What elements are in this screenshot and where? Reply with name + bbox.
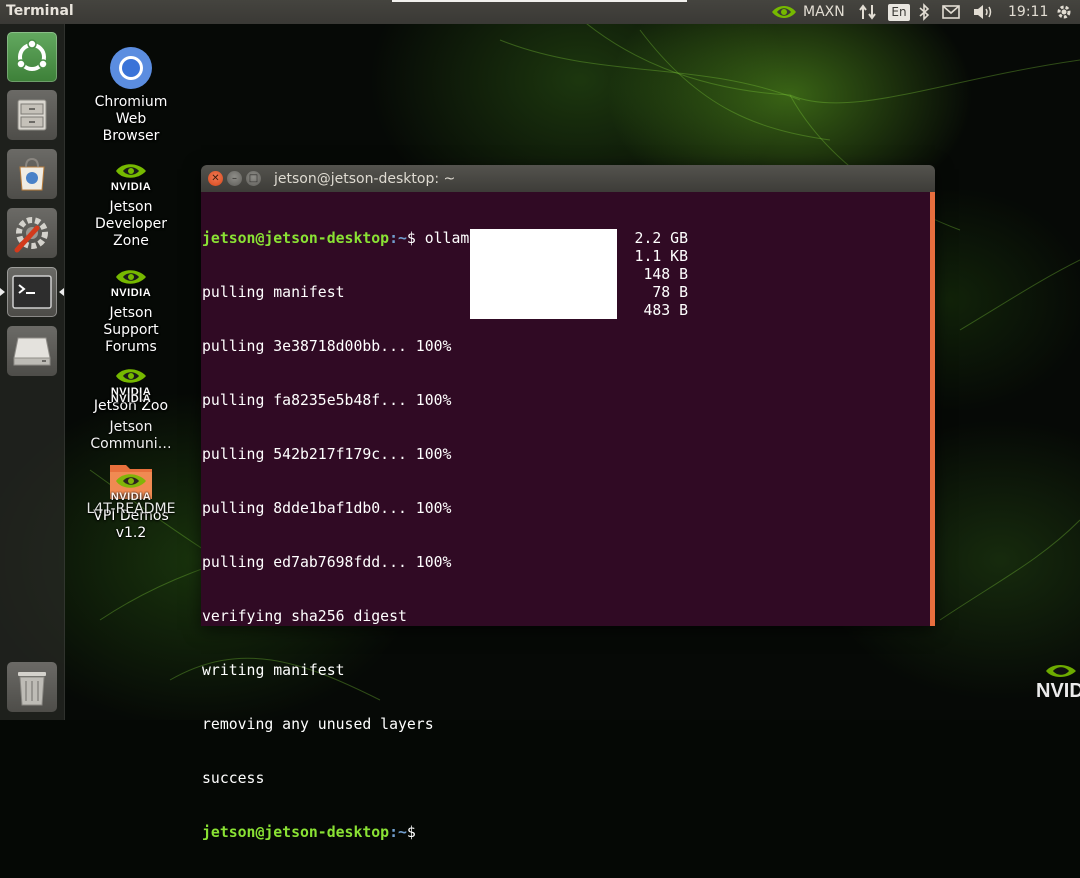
output-line: verifying sha256 digest <box>202 608 407 625</box>
desktop-icon-label: Jetson Communi… <box>90 419 172 452</box>
progress-bar-area <box>470 229 617 319</box>
window-titlebar[interactable]: ✕ – □ jetson@jetson-desktop: ~ <box>201 165 935 192</box>
desktop-icon-jetson-community[interactable]: NVIDIA Jetson Communi… <box>86 372 176 453</box>
prompt-user: jetson@jetson-desktop <box>202 824 390 841</box>
launcher-item-software[interactable] <box>7 149 57 199</box>
close-icon: ✕ <box>211 172 220 184</box>
terminal-window[interactable]: ✕ – □ jetson@jetson-desktop: ~ jetson@je… <box>201 165 935 841</box>
minimize-button[interactable]: – <box>227 171 242 186</box>
close-button[interactable]: ✕ <box>208 171 223 186</box>
network-icon[interactable] <box>858 0 878 24</box>
nvidia-power-icon[interactable] <box>768 0 800 24</box>
download-size: 148 B <box>643 266 688 283</box>
bluetooth-icon[interactable] <box>917 0 931 24</box>
command-line: jetson@jetson-desktop:~$ <box>202 824 612 842</box>
launcher-item-dash[interactable] <box>7 32 57 82</box>
download-size: 1.1 KB <box>634 248 688 265</box>
prompt-user: jetson@jetson-desktop <box>202 230 390 247</box>
nvidia-logo-text: NVIDIA <box>110 287 152 299</box>
launcher-item-drive[interactable] <box>7 326 57 376</box>
nvidia-logo-icon: NVIDIA <box>108 470 154 506</box>
corner-brand-logo: NVID <box>1036 662 1080 703</box>
launcher-item-trash[interactable] <box>7 662 57 712</box>
chromium-icon <box>108 45 154 91</box>
launcher-active-indicator <box>0 288 5 296</box>
nvidia-logo-text: NVIDIA <box>110 393 152 405</box>
launcher <box>0 24 65 720</box>
desktop-icon-label: Chromium Web Browser <box>94 94 168 144</box>
nvidia-logo-icon: NVIDIA <box>108 266 154 302</box>
trash-icon <box>18 672 46 706</box>
desktop-icon-jetson-developer-zone[interactable]: NVIDIA Jetson Developer Zone <box>86 160 176 250</box>
output-line: pulling 542b217f179c... 100% <box>202 446 452 463</box>
prompt-path: :~ <box>389 824 407 841</box>
download-size: 78 B <box>652 284 688 301</box>
launcher-focus-indicator <box>59 288 64 296</box>
hard-drive-icon <box>13 337 51 366</box>
desktop-icon-label: Jetson Support Forums <box>103 305 159 355</box>
desktop-icon-jetson-support-forums[interactable]: NVIDIA Jetson Support Forums <box>86 266 176 356</box>
output-line: pulling ed7ab7698fdd... 100% <box>202 554 452 571</box>
maximize-button[interactable]: □ <box>246 171 261 186</box>
launcher-item-system-settings[interactable] <box>7 208 57 258</box>
desktop-icon-label: Jetson Developer Zone <box>94 199 167 249</box>
output-line: success <box>202 770 265 787</box>
keyboard-layout-label: En <box>888 3 910 21</box>
window-title: jetson@jetson-desktop: ~ <box>274 171 456 187</box>
menu-strip <box>392 0 687 2</box>
nvidia-logo-text: NVIDIA <box>110 491 152 503</box>
power-mode-label[interactable]: MAXN <box>803 0 845 24</box>
volume-icon[interactable] <box>973 0 995 24</box>
active-app-title: Terminal <box>6 3 74 19</box>
shopping-bag-icon <box>19 157 45 191</box>
output-line: pulling 3e38718d00bb... 100% <box>202 338 452 355</box>
launcher-item-files[interactable] <box>7 90 57 140</box>
corner-logo-text: NVID <box>1036 680 1080 702</box>
download-size: 2.2 GB <box>634 230 688 247</box>
output-line: removing any unused layers <box>202 716 434 733</box>
output-line: pulling fa8235e5b48f... 100% <box>202 392 452 409</box>
terminal-content[interactable]: jetson@jetson-desktop:~$ ollama pull phi… <box>201 192 935 841</box>
output-line: pulling 8dde1baf1db0... 100% <box>202 500 452 517</box>
prompt-symbol: $ <box>406 230 425 247</box>
clock[interactable]: 19:11 <box>1008 0 1048 24</box>
nvidia-logo-icon: NVIDIA <box>108 372 154 408</box>
top-panel: Terminal MAXN En 19:11 <box>0 0 1080 24</box>
desktop-icon-l4t-readme[interactable]: NVIDIA L4T-README <box>86 470 176 518</box>
desktop-icon-chromium[interactable]: Chromium Web Browser <box>86 45 176 145</box>
prompt-symbol: $ <box>406 824 425 841</box>
nvidia-logo-text: NVIDIA <box>110 181 152 193</box>
keyboard-layout-indicator[interactable]: En <box>888 0 910 24</box>
mail-icon[interactable] <box>941 0 961 24</box>
maximize-icon: □ <box>248 172 259 184</box>
scrollbar[interactable] <box>930 192 935 626</box>
session-gear-icon[interactable] <box>1054 0 1074 24</box>
gear-wrench-icon <box>14 217 48 253</box>
prompt-path: :~ <box>389 230 407 247</box>
output-line: writing manifest <box>202 662 345 679</box>
ubuntu-logo-icon <box>16 39 48 71</box>
nvidia-logo-icon: NVIDIA <box>108 160 154 196</box>
file-cabinet-icon <box>17 99 47 131</box>
download-size: 483 B <box>643 302 688 319</box>
terminal-icon <box>12 275 52 309</box>
minimize-icon: – <box>232 172 237 184</box>
launcher-item-terminal[interactable] <box>7 267 57 317</box>
